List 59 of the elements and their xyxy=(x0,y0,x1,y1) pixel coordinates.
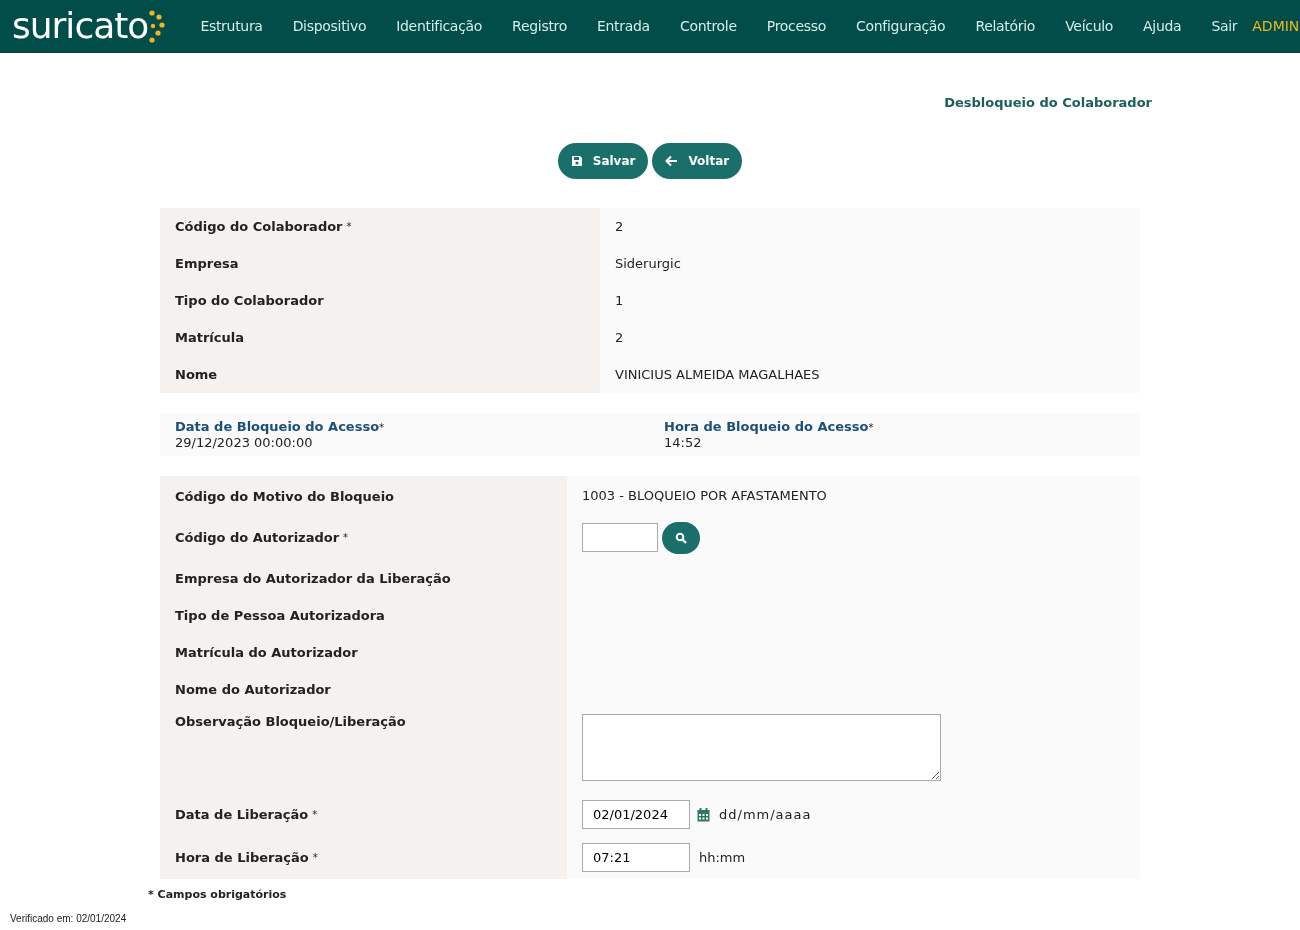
dots-icon xyxy=(149,9,166,43)
field-value: 2 xyxy=(615,219,624,234)
required-fields-note: * Campos obrigatórios xyxy=(148,888,288,901)
field-value: 1003 - BLOQUEIO POR AFASTAMENTO xyxy=(582,488,827,503)
menu-item[interactable]: Identificação xyxy=(381,18,498,34)
menu-item[interactable]: Ajuda xyxy=(1128,18,1197,34)
field-label: Nome xyxy=(175,367,218,382)
field-label: Data de Liberação xyxy=(175,807,309,822)
observation-field[interactable] xyxy=(582,714,941,781)
field-label: Empresa xyxy=(175,256,239,271)
required-mark: * xyxy=(343,532,349,543)
time-field[interactable]: 07:21 xyxy=(582,843,690,872)
field-label: Tipo do Colaborador xyxy=(175,293,324,308)
field-label: Nome do Autorizador xyxy=(175,682,331,697)
date-field[interactable]: 02/01/2024 xyxy=(582,800,690,829)
required-mark: * xyxy=(346,221,352,232)
field-value: Siderurgic xyxy=(615,256,681,271)
back-button[interactable]: Voltar xyxy=(652,143,743,179)
field-label: Hora de Bloqueio do Acesso xyxy=(664,419,869,434)
page-title: Desbloqueio do Colaborador xyxy=(944,95,1152,110)
field-label: Matrícula do Autorizador xyxy=(175,645,358,660)
field-value: 1 xyxy=(615,293,624,308)
menu-item[interactable]: Entrada xyxy=(582,18,665,34)
user-name[interactable]: ADMIN xyxy=(1252,18,1300,34)
required-mark: * xyxy=(312,852,318,863)
left-arrow-icon xyxy=(665,155,679,167)
field-value: 2 xyxy=(615,330,624,345)
calendar-icon[interactable] xyxy=(697,807,710,822)
required-mark: * xyxy=(868,422,874,433)
field-label: Data de Bloqueio do Acesso xyxy=(175,419,380,434)
authorizer-code-field[interactable] xyxy=(582,523,658,552)
menu-item[interactable]: Veículo xyxy=(1050,18,1129,34)
menu-item[interactable]: Controle xyxy=(664,18,752,34)
field-label: Código do Autorizador xyxy=(175,530,340,545)
menu-item[interactable]: Estrutura xyxy=(185,18,278,34)
search-button[interactable] xyxy=(662,521,700,554)
required-mark: * xyxy=(312,809,318,820)
field-label: Tipo de Pessoa Autorizadora xyxy=(175,608,385,623)
field-label: Matrícula xyxy=(175,330,244,345)
field-label: Observação Bloqueio/Liberação xyxy=(175,714,406,729)
field-label: Hora de Liberação xyxy=(175,850,309,865)
menu-item[interactable]: Registro xyxy=(497,18,582,34)
field-label: Empresa do Autorizador da Liberação xyxy=(175,571,451,586)
menu-item[interactable]: Sair xyxy=(1196,18,1253,34)
menu-item[interactable]: Relatório xyxy=(960,18,1051,34)
menu-item[interactable]: Configuração xyxy=(841,18,961,34)
verified-date: Verificado em: 02/01/2024 xyxy=(10,913,128,924)
format-hint: dd/mm/aaaa xyxy=(719,807,812,822)
field-label: Código do Colaborador xyxy=(175,219,343,234)
field-value: 29/12/2023 00:00:00 xyxy=(175,435,314,450)
required-mark: * xyxy=(379,422,385,433)
field-label: Código do Motivo do Bloqueio xyxy=(175,489,395,504)
menu-item[interactable]: Processo xyxy=(751,18,841,34)
field-value: VINICIUS ALMEIDA MAGALHAES xyxy=(615,367,820,382)
format-hint: hh:mm xyxy=(699,850,746,865)
menu-item[interactable]: Dispositivo xyxy=(277,18,382,34)
save-button[interactable]: Salvar xyxy=(557,143,649,179)
field-value: 14:52 xyxy=(664,435,703,450)
search-icon xyxy=(675,531,687,544)
